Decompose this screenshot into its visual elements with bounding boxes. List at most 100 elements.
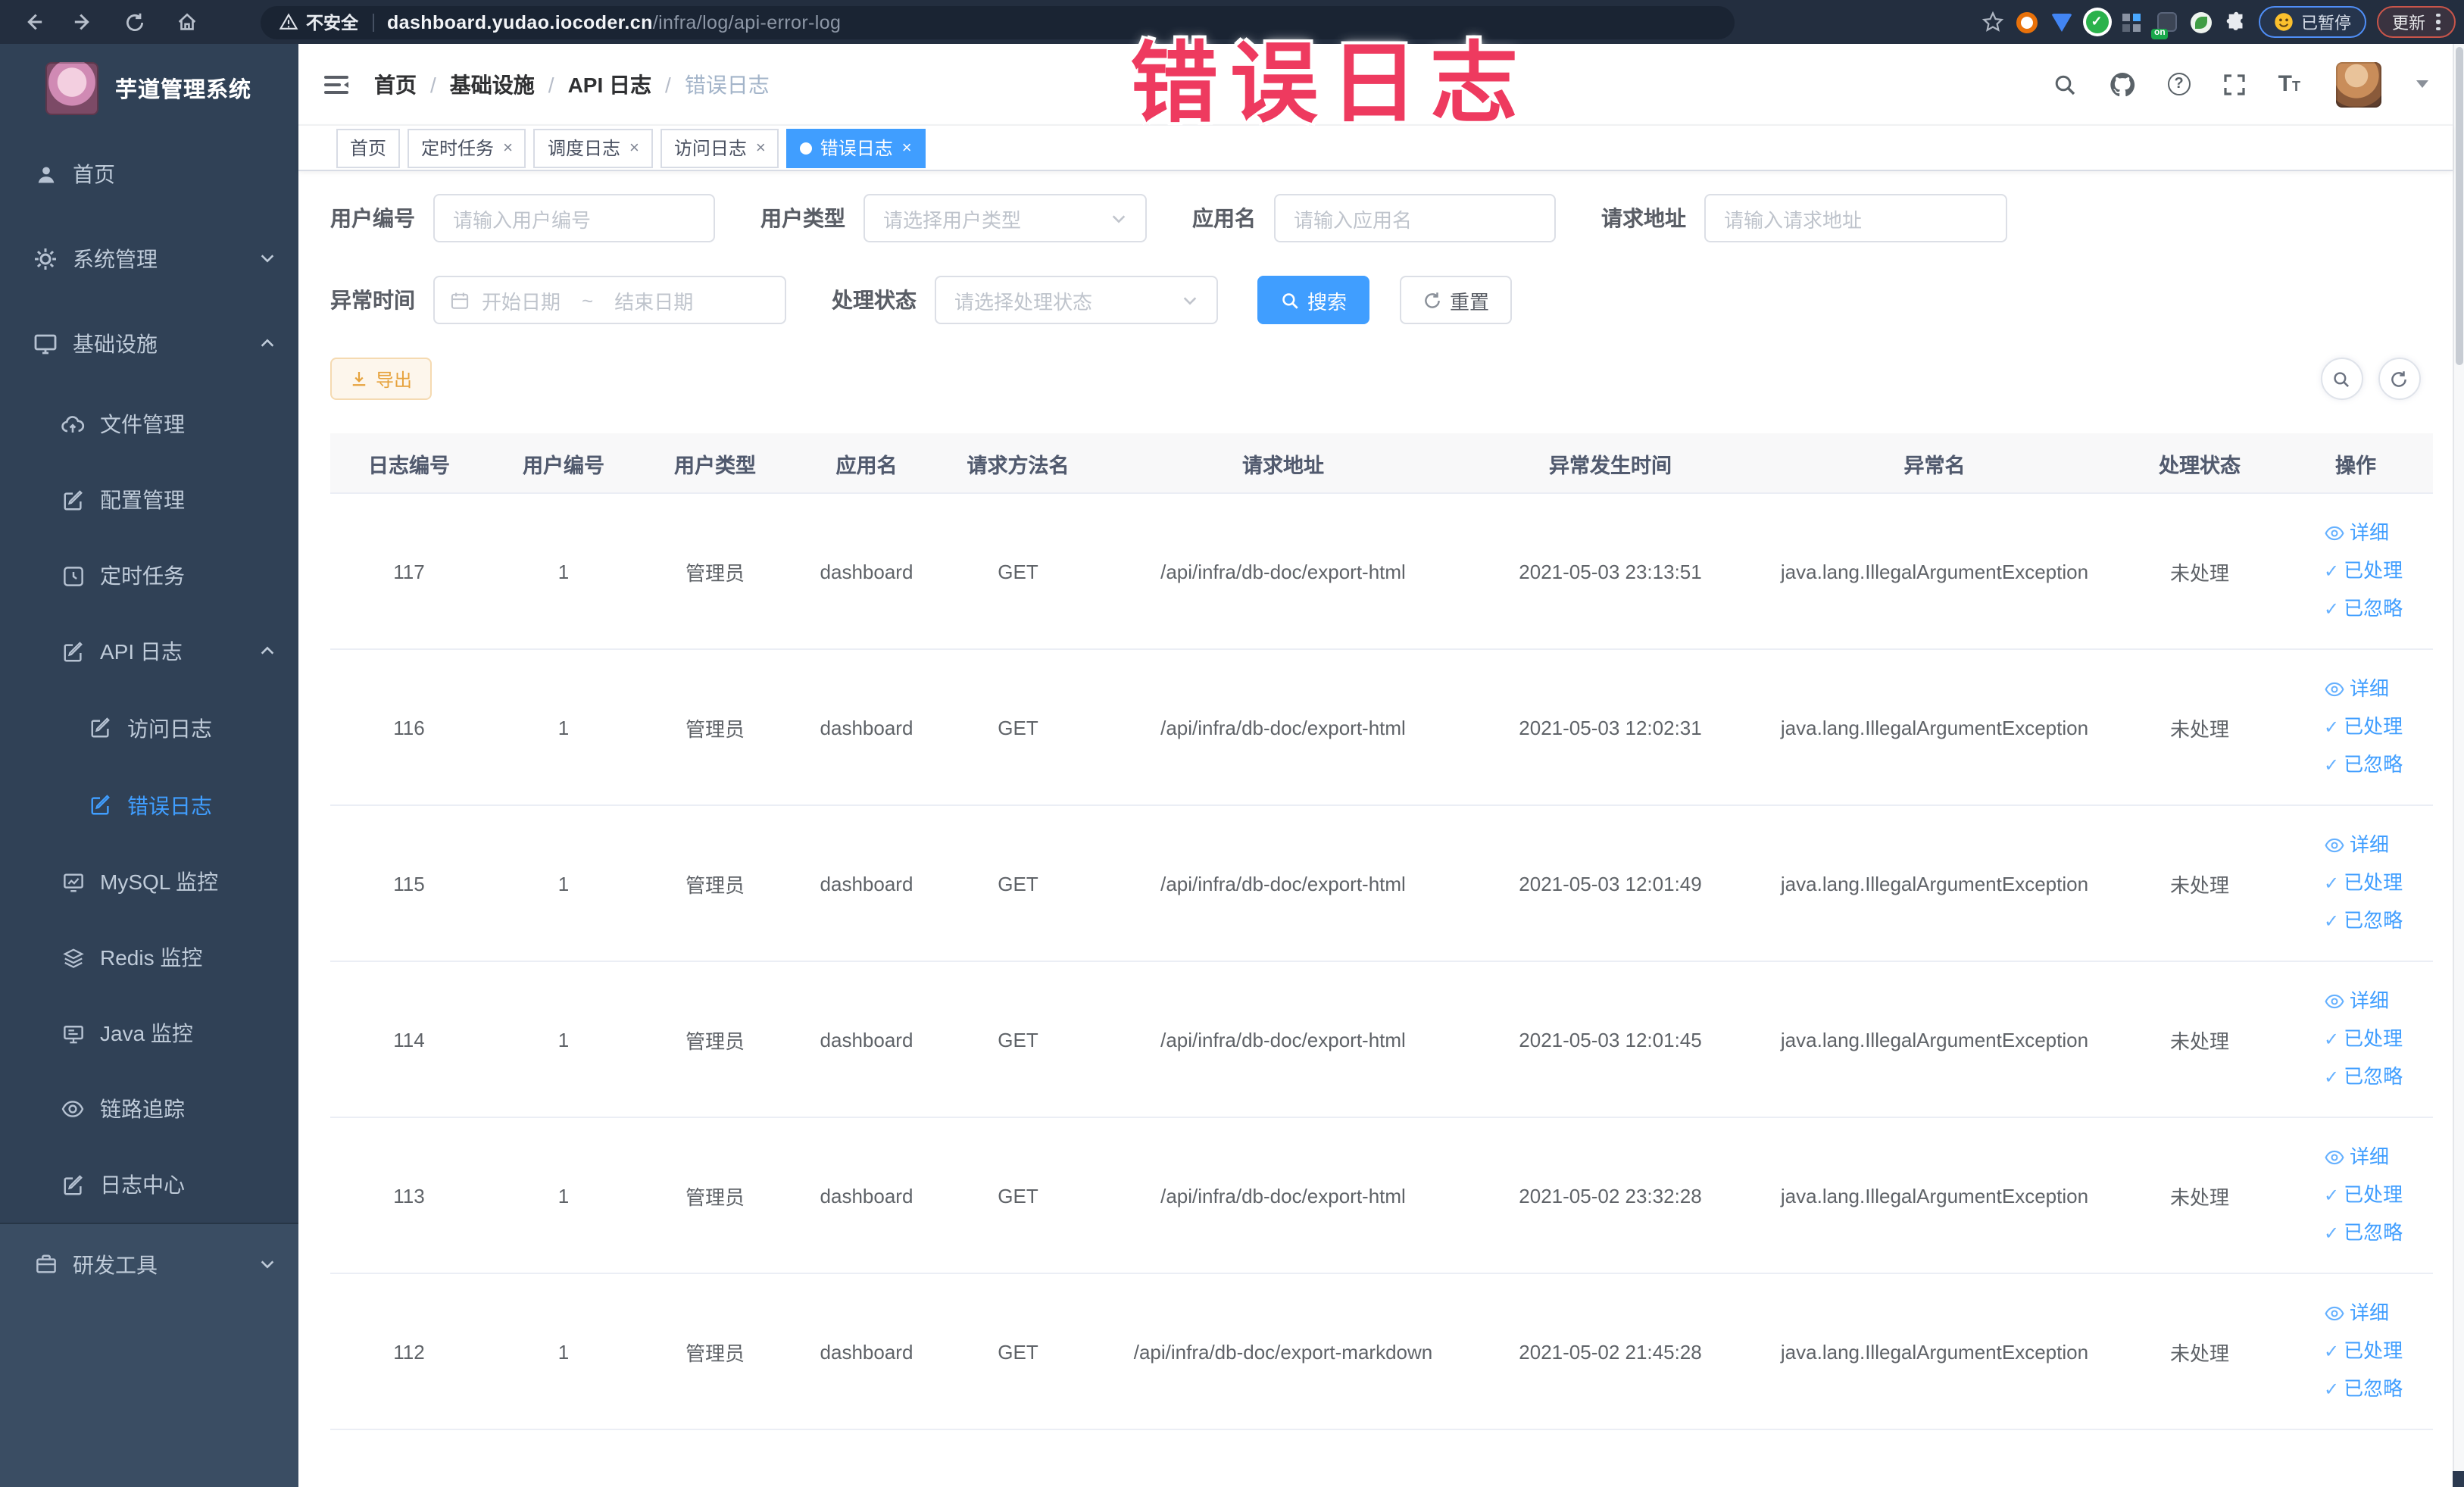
toggle-search-button[interactable] xyxy=(2320,358,2363,400)
close-icon[interactable]: × xyxy=(902,139,912,157)
sidebar-item-infrastructure[interactable]: 基础设施 xyxy=(0,301,298,386)
request-url-input[interactable]: 请输入请求地址 xyxy=(1704,194,2007,242)
browser-scrollbar[interactable] xyxy=(2452,44,2464,1487)
home-icon[interactable] xyxy=(167,5,206,39)
extension-leaf-icon[interactable] xyxy=(2189,10,2213,34)
sidebar-item-system[interactable]: 系统管理 xyxy=(0,217,298,301)
process-status-select[interactable]: 请选择处理状态 xyxy=(935,276,1218,324)
search-icon[interactable] xyxy=(2053,72,2077,96)
paused-extension-pill[interactable]: 已暂停 xyxy=(2259,6,2366,38)
cell-app-name: dashboard xyxy=(820,716,913,739)
eye-icon xyxy=(2324,991,2345,1012)
action-processed[interactable]: ✓ 已处理 xyxy=(2324,1336,2403,1367)
sidebar-item-log-center[interactable]: 日志中心 xyxy=(0,1147,298,1223)
action-processed[interactable]: ✓ 已处理 xyxy=(2324,712,2403,742)
column-header: 用户类型 xyxy=(674,454,756,476)
action-processed[interactable]: ✓ 已处理 xyxy=(2324,1180,2403,1211)
font-size-icon[interactable]: TT xyxy=(2278,73,2300,95)
sidebar-item-config-management[interactable]: 配置管理 xyxy=(0,462,298,538)
tab-定时任务[interactable]: 定时任务 × xyxy=(408,128,526,167)
sidebar-item-dev-tools[interactable]: 研发工具 xyxy=(0,1223,298,1304)
action-ignored[interactable]: ✓ 已忽略 xyxy=(2324,594,2403,624)
action-ignored[interactable]: ✓ 已忽略 xyxy=(2324,1062,2403,1092)
tab-访问日志[interactable]: 访问日志 × xyxy=(660,128,779,167)
refresh-table-button[interactable] xyxy=(2378,358,2420,400)
tab-调度日志[interactable]: 调度日志 × xyxy=(533,128,653,167)
cell-log-id: 115 xyxy=(393,872,425,895)
action-detail[interactable]: 详细 xyxy=(2324,986,2389,1017)
cell-status: 未处理 xyxy=(2169,1342,2229,1364)
tab-错误日志[interactable]: 错误日志 × xyxy=(786,128,926,167)
eye-icon xyxy=(2324,523,2345,544)
extension-blue-shield-icon[interactable] xyxy=(2050,10,2074,34)
action-detail[interactable]: 详细 xyxy=(2324,1142,2389,1173)
extension-green-check-icon[interactable]: ✓ xyxy=(2085,10,2109,34)
sidebar-item-file-management[interactable]: 文件管理 xyxy=(0,386,298,462)
sidebar-item-home[interactable]: 首页 xyxy=(0,132,298,217)
back-icon[interactable] xyxy=(12,5,52,39)
close-icon[interactable]: × xyxy=(503,139,513,157)
breadcrumb-infrastructure[interactable]: 基础设施 xyxy=(450,69,535,99)
search-icon xyxy=(1282,292,1298,308)
sidebar-item-scheduled-tasks[interactable]: 定时任务 xyxy=(0,538,298,614)
chevron-down-icon[interactable] xyxy=(2416,80,2428,88)
sidebar-item-mysql-monitor[interactable]: MySQL 监控 xyxy=(0,844,298,920)
sidebar-item-api-log[interactable]: API 日志 xyxy=(0,614,298,689)
action-processed[interactable]: ✓ 已处理 xyxy=(2324,556,2403,586)
action-ignored[interactable]: ✓ 已忽略 xyxy=(2324,906,2403,936)
action-detail[interactable]: 详细 xyxy=(2324,830,2389,861)
sidebar-item-access-log[interactable]: 访问日志 xyxy=(0,689,298,767)
extension-grid-icon[interactable] xyxy=(2119,10,2144,34)
extensions-puzzle-icon[interactable] xyxy=(2224,10,2248,34)
sidebar-item-java-monitor[interactable]: Java 监控 xyxy=(0,995,298,1071)
user-id-input[interactable]: 请输入用户编号 xyxy=(433,194,715,242)
hamburger-icon[interactable] xyxy=(323,72,350,96)
kebab-menu-icon[interactable] xyxy=(2436,13,2440,31)
action-processed[interactable]: ✓ 已处理 xyxy=(2324,868,2403,898)
action-processed[interactable]: ✓ 已处理 xyxy=(2324,1024,2403,1054)
search-button[interactable]: 搜索 xyxy=(1257,276,1370,324)
tab-首页[interactable]: 首页 xyxy=(336,128,401,167)
row-actions: 详细 ✓ 已处理 ✓ 已忽略 xyxy=(2278,494,2433,648)
screen: 不安全 dashboard.yudao.iocoder.cn/infra/log… xyxy=(0,0,2464,1487)
security-warning[interactable]: 不安全 xyxy=(279,10,358,34)
action-detail[interactable]: 详细 xyxy=(2324,1298,2389,1329)
export-button[interactable]: 导出 xyxy=(330,358,433,400)
bookmark-star-icon[interactable] xyxy=(1980,10,2004,34)
action-detail[interactable]: 详细 xyxy=(2324,674,2389,704)
forward-icon[interactable] xyxy=(64,5,103,39)
reload-icon[interactable] xyxy=(115,5,155,39)
action-ignored[interactable]: ✓ 已忽略 xyxy=(2324,750,2403,780)
breadcrumb-home[interactable]: 首页 xyxy=(374,69,417,99)
close-icon[interactable]: × xyxy=(629,139,639,157)
app-logo[interactable]: 芋道管理系统 xyxy=(0,44,298,132)
navbar-actions: ? TT xyxy=(2053,61,2428,107)
help-icon[interactable]: ? xyxy=(2167,73,2191,95)
action-ignored[interactable]: ✓ 已忽略 xyxy=(2324,1374,2403,1404)
check-icon: ✓ xyxy=(2324,1067,2340,1088)
fullscreen-icon[interactable] xyxy=(2222,72,2247,96)
github-icon[interactable] xyxy=(2109,70,2136,98)
action-detail[interactable]: 详细 xyxy=(2324,518,2389,548)
avatar[interactable] xyxy=(2335,61,2381,107)
close-icon[interactable]: × xyxy=(756,139,766,157)
chevron-down-icon xyxy=(1183,296,1197,305)
url-bar[interactable]: 不安全 dashboard.yudao.iocoder.cn/infra/log… xyxy=(261,5,1735,39)
exception-time-range-input[interactable]: 开始日期 ~ 结束日期 xyxy=(433,276,786,324)
app-name-input[interactable]: 请输入应用名 xyxy=(1274,194,1556,242)
eye-icon xyxy=(2324,1303,2345,1324)
tab-label: 错误日志 xyxy=(820,138,893,159)
extension-orange-icon[interactable] xyxy=(2015,10,2039,34)
sidebar-item-error-log[interactable]: 错误日志 xyxy=(0,767,298,844)
reset-button[interactable]: 重置 xyxy=(1400,276,1513,324)
sidebar-item-redis-monitor[interactable]: Redis 监控 xyxy=(0,920,298,995)
user-type-select[interactable]: 请选择用户类型 xyxy=(863,194,1147,242)
extension-on-badge-icon[interactable]: on xyxy=(2151,10,2178,39)
sidebar-item-tracing[interactable]: 链路追踪 xyxy=(0,1071,298,1147)
cell-method: GET xyxy=(998,1184,1038,1207)
breadcrumb-api-log[interactable]: API 日志 xyxy=(568,69,651,99)
scrollbar-thumb[interactable] xyxy=(2456,47,2463,365)
url-text[interactable]: dashboard.yudao.iocoder.cn/infra/log/api… xyxy=(387,11,841,33)
browser-update-button[interactable]: 更新 xyxy=(2377,6,2455,38)
action-ignored[interactable]: ✓ 已忽略 xyxy=(2324,1218,2403,1248)
